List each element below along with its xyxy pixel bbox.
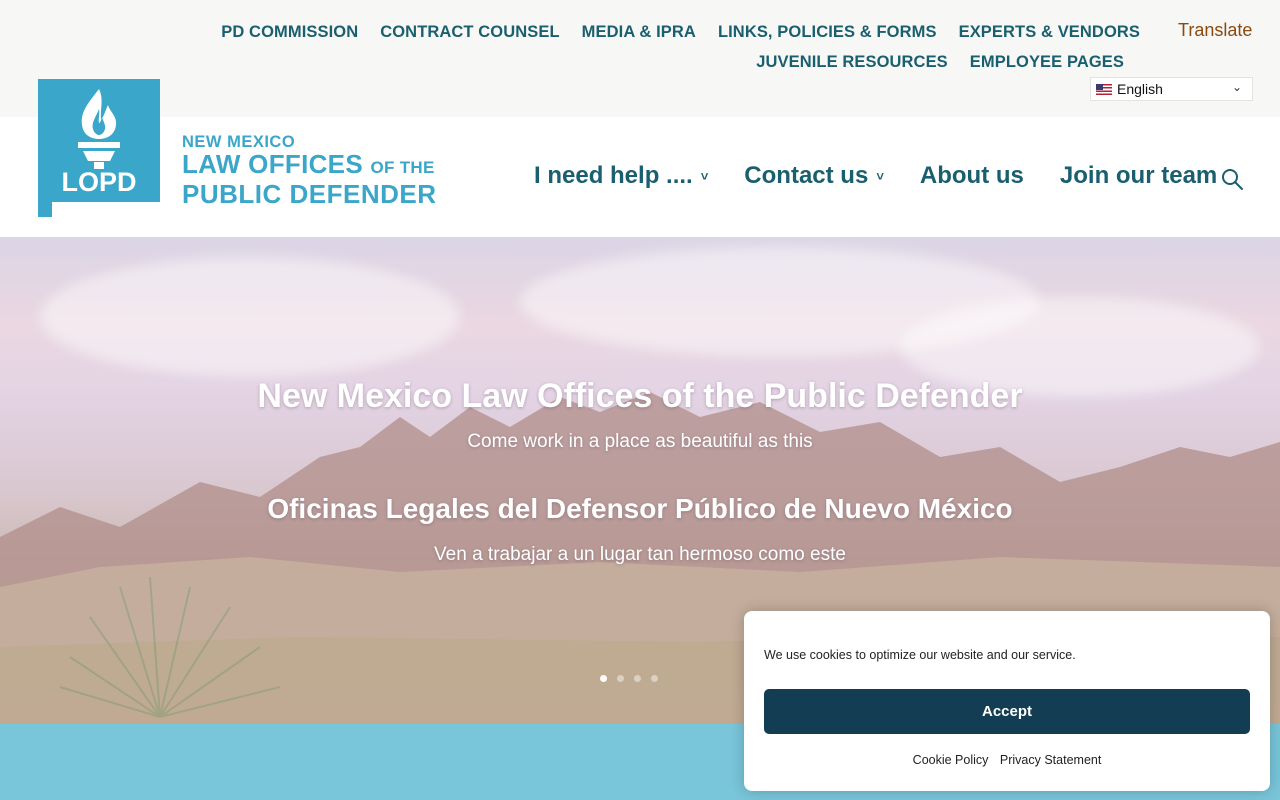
logo-mark-text: LOPD bbox=[61, 167, 136, 197]
hero-title-english: New Mexico Law Offices of the Public Def… bbox=[257, 377, 1023, 415]
util-link-links-policies-forms[interactable]: LINKS, POLICIES & FORMS bbox=[718, 22, 937, 52]
nav-about-us-label: About us bbox=[919, 162, 1024, 189]
logo-line-law-offices: LAW OFFICES OF THE bbox=[182, 151, 437, 181]
language-select-value: English bbox=[1117, 81, 1163, 97]
util-link-media-ipra[interactable]: MEDIA & IPRA bbox=[582, 22, 696, 52]
chevron-down-icon: ⌄ bbox=[1231, 80, 1242, 94]
slider-dot-3[interactable] bbox=[634, 675, 641, 682]
cookie-accept-button[interactable]: Accept bbox=[764, 689, 1250, 734]
slider-dot-1[interactable] bbox=[600, 675, 607, 682]
slider-dot-2[interactable] bbox=[617, 675, 624, 682]
hero-title-spanish: Oficinas Legales del Defensor Público de… bbox=[267, 493, 1013, 524]
hero-subtitle-spanish: Ven a trabajar a un lugar tan hermoso co… bbox=[434, 544, 846, 565]
utility-bar: PD COMMISSION CONTRACT COUNSEL MEDIA & I… bbox=[0, 0, 1280, 117]
cookie-policy-link[interactable]: Cookie Policy bbox=[913, 753, 989, 767]
utility-nav: PD COMMISSION CONTRACT COUNSEL MEDIA & I… bbox=[80, 22, 1140, 82]
nav-contact-us-label: Contact us bbox=[744, 162, 869, 189]
slider-dots bbox=[600, 675, 658, 682]
chevron-down-icon: ˅ bbox=[876, 168, 884, 184]
hero-subtitle-english: Come work in a place as beautiful as thi… bbox=[467, 431, 813, 452]
logo-line-law-offices-main: LAW OFFICES bbox=[182, 149, 363, 179]
privacy-statement-link[interactable]: Privacy Statement bbox=[1000, 753, 1101, 767]
cookie-message: We use cookies to optimize our website a… bbox=[764, 648, 1076, 662]
translate-label: Translate bbox=[1178, 20, 1253, 40]
nav-join-our-team-label: Join our team bbox=[1059, 162, 1218, 189]
slider-dot-4[interactable] bbox=[651, 675, 658, 682]
logo-wordmark[interactable]: NEW MEXICO LAW OFFICES OF THE PUBLIC DEF… bbox=[182, 133, 437, 207]
nav-join-our-team[interactable]: Join our team bbox=[1060, 162, 1217, 190]
nav-contact-us[interactable]: Contact us ˅ bbox=[744, 162, 884, 190]
nav-i-need-help-label: I need help .... bbox=[534, 162, 693, 189]
util-link-contract-counsel[interactable]: CONTRACT COUNSEL bbox=[380, 22, 559, 52]
cookie-links: Cookie Policy Privacy Statement bbox=[744, 753, 1270, 767]
nav-about-us[interactable]: About us bbox=[920, 162, 1024, 190]
logo-line-public-defender: PUBLIC DEFENDER bbox=[182, 179, 437, 209]
us-flag-icon bbox=[1096, 83, 1112, 95]
main-nav: I need help .... ˅ Contact us ˅ About us… bbox=[534, 162, 1217, 190]
search-icon[interactable] bbox=[1220, 167, 1244, 191]
language-select[interactable]: English ⌄ bbox=[1090, 77, 1253, 101]
util-link-juvenile-resources[interactable]: JUVENILE RESOURCES bbox=[756, 52, 948, 82]
util-link-experts-vendors[interactable]: EXPERTS & VENDORS bbox=[959, 22, 1140, 52]
logo-line-of-the: OF THE bbox=[370, 158, 435, 177]
chevron-down-icon: ˅ bbox=[700, 168, 709, 184]
hero-cloud bbox=[40, 257, 460, 377]
cookie-banner: We use cookies to optimize our website a… bbox=[744, 611, 1270, 791]
util-link-pd-commission[interactable]: PD COMMISSION bbox=[221, 22, 358, 52]
lopd-logo-mark[interactable]: LOPD bbox=[38, 79, 160, 217]
nav-i-need-help[interactable]: I need help .... ˅ bbox=[534, 162, 708, 190]
